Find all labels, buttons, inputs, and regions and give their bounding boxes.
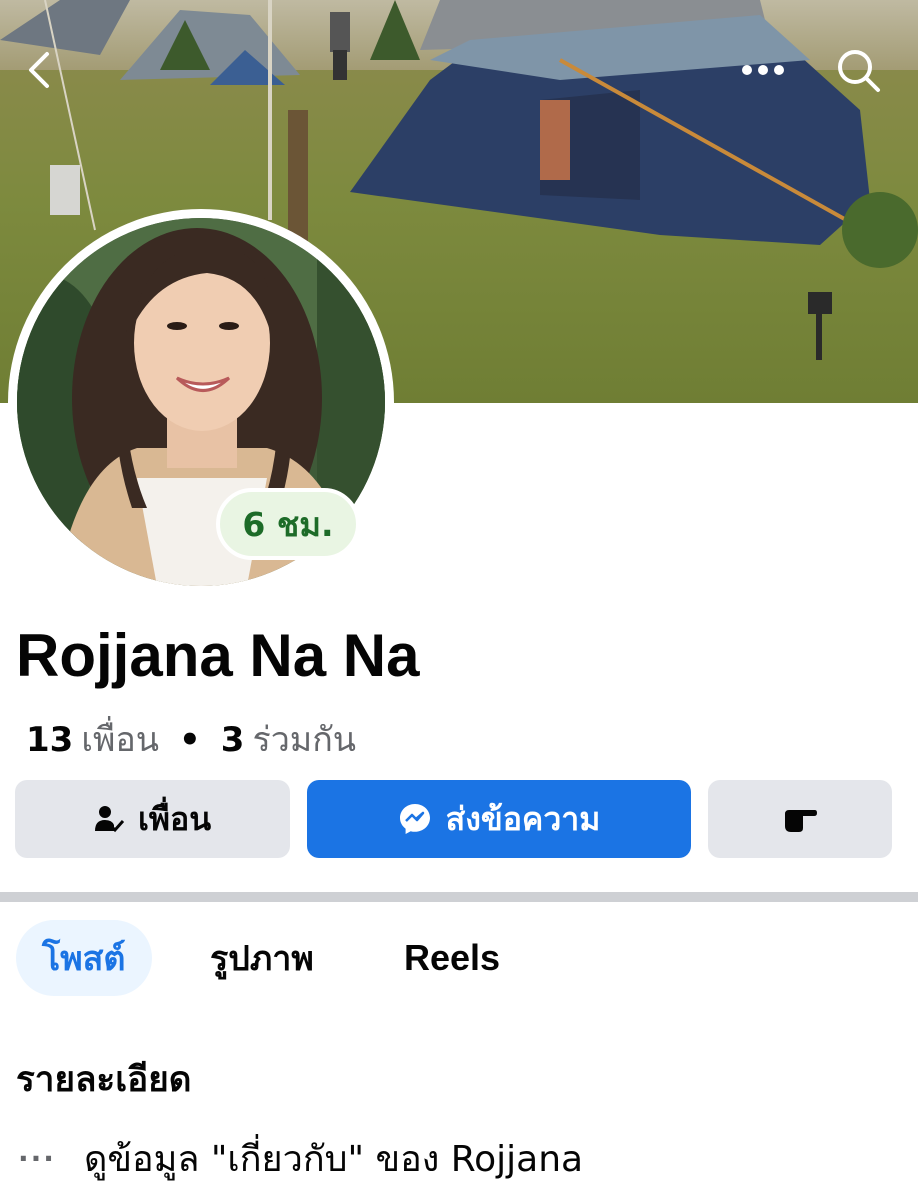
- poke-button[interactable]: [708, 780, 892, 858]
- search-icon: [838, 50, 880, 92]
- section-divider: [0, 892, 918, 902]
- mutual-label: ร่วมกัน: [252, 720, 357, 760]
- back-button[interactable]: [10, 40, 70, 100]
- friends-button[interactable]: เพื่อน: [15, 780, 290, 858]
- about-info-link[interactable]: ··· ดูข้อมูล "เกี่ยวกับ" ของ Rojjana: [18, 1130, 583, 1187]
- friends-label: เพื่อน: [81, 720, 160, 760]
- more-dots-icon: [742, 65, 784, 75]
- about-info-text: ดูข้อมูล "เกี่ยวกับ" ของ Rojjana: [84, 1139, 584, 1180]
- mutual-count: 3: [220, 720, 245, 760]
- details-heading: รายละเอียด: [16, 1060, 192, 1100]
- more-options-button[interactable]: [733, 40, 793, 100]
- search-button[interactable]: [828, 40, 888, 100]
- message-button[interactable]: ส่งข้อความ: [307, 780, 691, 858]
- separator-dot: •: [179, 720, 201, 760]
- friend-check-icon: [94, 804, 124, 834]
- tab-posts[interactable]: โพสต์: [16, 920, 152, 996]
- chevron-left-icon: [29, 52, 49, 88]
- friends-count: 13: [26, 720, 74, 760]
- friends-button-label: เพื่อน: [137, 799, 212, 838]
- message-button-label: ส่งข้อความ: [445, 799, 601, 838]
- pointing-hand-icon: [785, 810, 817, 832]
- more-dots-icon: ···: [18, 1142, 56, 1175]
- friend-counts[interactable]: 13 เพื่อน • 3 ร่วมกัน: [26, 712, 356, 766]
- tab-reels[interactable]: Reels: [404, 920, 500, 996]
- active-time-badge: 6 ชม.: [216, 488, 360, 560]
- messenger-icon: [398, 802, 432, 836]
- profile-name: Rojjana Na Na: [16, 622, 420, 689]
- tab-photos[interactable]: รูปภาพ: [210, 920, 314, 996]
